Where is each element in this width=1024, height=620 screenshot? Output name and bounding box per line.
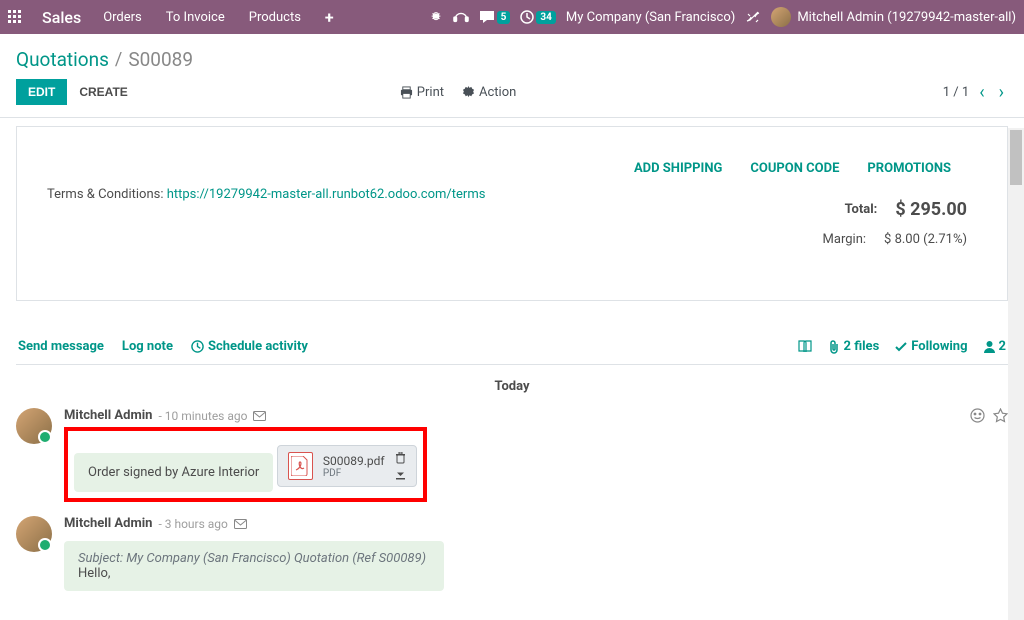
create-button[interactable]: CREATE	[67, 79, 139, 105]
following-label: Following	[911, 339, 967, 354]
message-text: Hello,	[78, 566, 430, 581]
attachment-type: PDF	[323, 468, 385, 479]
company-switcher[interactable]: My Company (San Francisco)	[566, 10, 735, 25]
envelope-icon[interactable]	[253, 411, 266, 421]
attachment-card[interactable]: S00089.pdf PDF	[277, 445, 417, 487]
message-subject: Subject: My Company (San Francisco) Quot…	[78, 551, 430, 566]
check-icon	[895, 342, 907, 352]
nav-products[interactable]: Products	[237, 10, 313, 25]
clock-icon	[191, 340, 204, 353]
star-icon[interactable]	[993, 408, 1008, 423]
activity-icon[interactable]: 34	[520, 10, 555, 24]
envelope-icon[interactable]	[234, 519, 247, 529]
message-time: - 3 hours ago	[158, 517, 227, 531]
breadcrumb: Quotations / S00089	[0, 34, 1024, 79]
terms-label: Terms & Conditions:	[47, 187, 167, 202]
message-time: - 10 minutes ago	[158, 409, 247, 423]
download-icon[interactable]	[395, 468, 406, 480]
scrollbar[interactable]	[1008, 128, 1024, 620]
pager-prev-icon[interactable]: ‹	[975, 82, 988, 103]
total-label: Total:	[845, 202, 878, 217]
totals: Total: $ 295.00 Margin: $ 8.00 (2.71%)	[823, 193, 967, 253]
schedule-activity-button[interactable]: Schedule activity	[191, 339, 308, 354]
margin-value: $ 8.00 (2.71%)	[884, 232, 967, 247]
print-button[interactable]: Print	[400, 85, 444, 100]
debug-icon[interactable]	[429, 10, 443, 24]
total-value: $ 295.00	[895, 199, 967, 220]
action-button[interactable]: Action	[462, 85, 516, 100]
apps-icon[interactable]	[8, 10, 32, 24]
terms-link[interactable]: https://19279942-master-all.runbot62.odo…	[167, 187, 486, 202]
message: Mitchell Admin - 10 minutes ago Order si…	[16, 408, 1008, 502]
user-icon	[984, 340, 995, 353]
print-icon	[400, 86, 413, 99]
followers-button[interactable]: 2	[984, 339, 1006, 354]
chatter-topbar: Send message Log note Schedule activity …	[16, 321, 1008, 365]
highlight-annotation: Order signed by Azure Interior S00089.pd…	[64, 427, 427, 502]
pager-next-icon[interactable]: ›	[995, 82, 1008, 103]
book-icon[interactable]	[798, 340, 812, 353]
log-note-button[interactable]: Log note	[122, 339, 173, 354]
following-button[interactable]: Following	[895, 339, 967, 354]
systray: 5 34 My Company (San Francisco) Mitchell…	[429, 7, 1016, 27]
breadcrumb-root[interactable]: Quotations	[16, 48, 109, 71]
user-menu[interactable]: Mitchell Admin (19279942-master-all)	[771, 7, 1016, 27]
pager-value[interactable]: 1 / 1	[943, 85, 969, 100]
note-body: Order signed by Azure Interior	[74, 453, 273, 492]
add-shipping-button[interactable]: ADD SHIPPING	[634, 161, 722, 176]
avatar	[771, 7, 791, 27]
breadcrumb-sep: /	[109, 49, 128, 70]
support-icon[interactable]	[453, 10, 469, 24]
form-view: Terms & Conditions: https://19279942-mas…	[0, 118, 1024, 610]
attachment-name: S00089.pdf	[323, 454, 385, 468]
message-avatar	[16, 408, 52, 444]
message-author[interactable]: Mitchell Admin	[64, 516, 152, 531]
paperclip-icon	[828, 340, 840, 354]
summary-actions: ADD SHIPPING COUPON CODE PROMOTIONS	[634, 161, 951, 176]
message-author[interactable]: Mitchell Admin	[64, 408, 152, 423]
followers-count: 2	[999, 339, 1006, 354]
scrollbar-thumb[interactable]	[1010, 130, 1022, 185]
edit-button[interactable]: EDIT	[16, 79, 67, 105]
message-body: Subject: My Company (San Francisco) Quot…	[64, 541, 444, 591]
control-panel: EDIT CREATE Print Action 1 / 1 ‹ ›	[0, 79, 1024, 118]
app-brand[interactable]: Sales	[32, 8, 91, 27]
schedule-label: Schedule activity	[208, 339, 308, 354]
pager: 1 / 1 ‹ ›	[943, 82, 1008, 103]
promotions-button[interactable]: PROMOTIONS	[867, 161, 951, 176]
send-message-button[interactable]: Send message	[18, 339, 104, 354]
sheet: Terms & Conditions: https://19279942-mas…	[16, 126, 1008, 301]
messaging-icon[interactable]: 5	[479, 10, 511, 24]
nav-to-invoice[interactable]: To Invoice	[154, 10, 237, 25]
margin-label: Margin:	[823, 232, 867, 247]
nav-plus-icon[interactable]: +	[313, 8, 346, 27]
user-name: Mitchell Admin (19279942-master-all)	[797, 10, 1016, 25]
settings-icon[interactable]	[745, 9, 761, 25]
action-label: Action	[479, 85, 516, 100]
message-avatar	[16, 516, 52, 552]
gear-icon	[462, 86, 475, 99]
breadcrumb-current: S00089	[128, 48, 193, 71]
files-count: 2 files	[844, 339, 880, 354]
activity-badge: 34	[536, 11, 555, 24]
top-navbar: Sales Orders To Invoice Products + 5 34 …	[0, 0, 1024, 34]
nav-orders[interactable]: Orders	[91, 10, 154, 25]
coupon-button[interactable]: COUPON CODE	[750, 161, 839, 176]
print-label: Print	[417, 85, 444, 100]
date-separator: Today	[16, 365, 1008, 408]
messaging-badge: 5	[497, 11, 511, 24]
message: Mitchell Admin - 3 hours ago Subject: My…	[16, 516, 1008, 591]
attachments-button[interactable]: 2 files	[828, 339, 880, 354]
smiley-icon[interactable]	[970, 408, 985, 423]
trash-icon[interactable]	[395, 452, 406, 464]
pdf-icon	[288, 452, 313, 480]
